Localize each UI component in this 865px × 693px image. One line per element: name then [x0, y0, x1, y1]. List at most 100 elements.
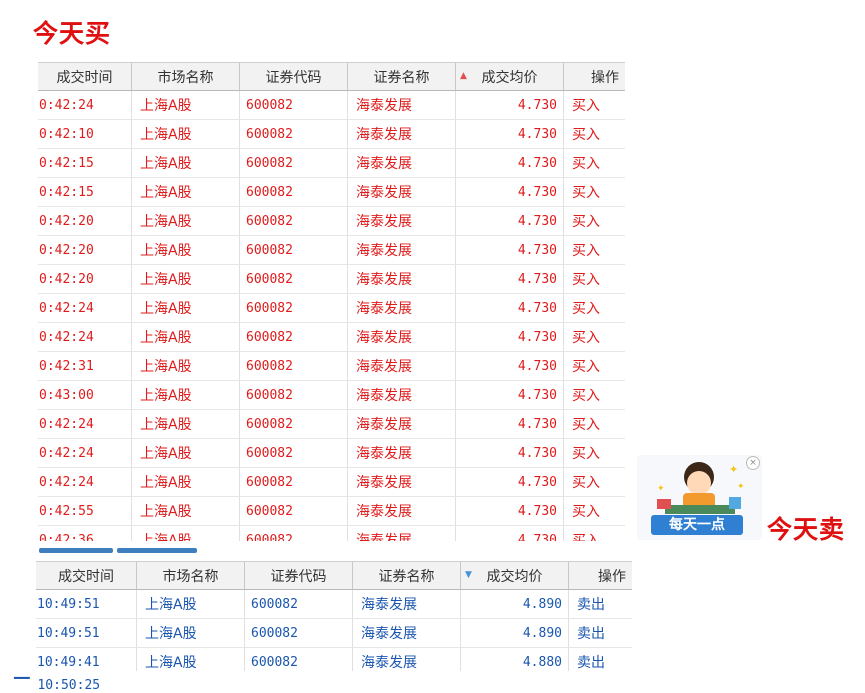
col-header-time[interactable]: 成交时间	[38, 63, 132, 90]
cell-price: 4.730	[456, 236, 564, 264]
cell-price: 4.730	[456, 410, 564, 438]
table-row[interactable]: 0:42:24 上海A股 600082 海泰发展 4.730 买入	[38, 323, 625, 352]
cell-market: 上海A股	[132, 178, 240, 206]
cell-time: 10:49:51	[36, 619, 137, 647]
buy-table: 成交时间 市场名称 证券代码 证券名称 ▲ 成交均价 操作 0:42:24 上海A…	[38, 62, 625, 541]
svg-text:✦: ✦	[729, 463, 738, 476]
cell-market: 上海A股	[137, 590, 245, 618]
table-row[interactable]: 10:49:51 上海A股 600082 海泰发展 4.890 卖出	[36, 619, 632, 648]
cell-time: 0:42:20	[38, 207, 132, 235]
cell-market: 上海A股	[132, 294, 240, 322]
cell-security-name: 海泰发展	[348, 149, 456, 177]
cell-code: 600082	[240, 120, 348, 148]
cell-security-name: 海泰发展	[353, 619, 461, 647]
table-row[interactable]: 10:49:41 上海A股 600082 海泰发展 4.880 卖出	[36, 648, 632, 671]
col-header-time[interactable]: 成交时间	[36, 562, 137, 589]
cell-security-name: 海泰发展	[353, 590, 461, 618]
scroll-tab[interactable]	[117, 548, 197, 553]
col-header-op[interactable]: 操作	[569, 562, 632, 589]
cell-price: 4.730	[456, 294, 564, 322]
cell-market: 上海A股	[132, 468, 240, 496]
cell-price: 4.730	[456, 381, 564, 409]
cell-market: 上海A股	[132, 120, 240, 148]
cell-operation: 买入	[572, 388, 600, 404]
cell-operation: 买入	[572, 301, 600, 317]
cell-price: 4.730	[456, 265, 564, 293]
table-row[interactable]: 0:42:15 上海A股 600082 海泰发展 4.730 买入	[38, 149, 625, 178]
cell-code: 600082	[245, 648, 353, 671]
cell-market: 上海A股	[132, 497, 240, 525]
col-header-code[interactable]: 证券代码	[245, 562, 353, 589]
cell-time: 0:42:15	[38, 149, 132, 177]
cell-operation: 买入	[572, 127, 600, 143]
bottom-text-fragment: ▔▔ 10:50:25	[14, 678, 101, 693]
table-row[interactable]: 0:42:55 上海A股 600082 海泰发展 4.730 买入	[38, 497, 625, 526]
cell-code: 600082	[240, 439, 348, 467]
cell-price: 4.730	[456, 207, 564, 235]
cell-security-name: 海泰发展	[348, 294, 456, 322]
table-row[interactable]: 0:42:24 上海A股 600082 海泰发展 4.730 买入	[38, 91, 625, 120]
table-row[interactable]: 0:42:36 上海A股 600082 海泰发展 4.730 买入	[38, 526, 625, 541]
sell-table: 成交时间 市场名称 证券代码 证券名称 ▼ 成交均价 操作 10:49:51 上海…	[36, 561, 632, 671]
cell-price: 4.730	[456, 526, 564, 541]
cell-operation: 卖出	[577, 597, 605, 613]
table-row[interactable]: 0:42:31 上海A股 600082 海泰发展 4.730 买入	[38, 352, 625, 381]
cell-price: 4.880	[461, 648, 569, 671]
cell-operation: 买入	[572, 214, 600, 230]
cell-time: 0:42:24	[38, 294, 132, 322]
table-row[interactable]: 0:42:24 上海A股 600082 海泰发展 4.730 买入	[38, 468, 625, 497]
cell-price: 4.890	[461, 590, 569, 618]
cell-security-name: 海泰发展	[348, 381, 456, 409]
cell-security-name: 海泰发展	[348, 120, 456, 148]
cell-security-name: 海泰发展	[353, 648, 461, 671]
cell-security-name: 海泰发展	[348, 526, 456, 541]
cell-code: 600082	[245, 590, 353, 618]
cell-operation: 买入	[572, 185, 600, 201]
col-header-market[interactable]: 市场名称	[137, 562, 245, 589]
cell-market: 上海A股	[137, 648, 245, 671]
cell-time: 0:42:10	[38, 120, 132, 148]
table-row[interactable]: 0:42:15 上海A股 600082 海泰发展 4.730 买入	[38, 178, 625, 207]
cell-code: 600082	[240, 178, 348, 206]
cell-operation: 买入	[572, 446, 600, 462]
cell-time: 0:43:00	[38, 381, 132, 409]
horizontal-scrollbar[interactable]	[39, 548, 197, 553]
top-text-fragment: ▔▔	[30, 0, 48, 6]
cell-market: 上海A股	[132, 439, 240, 467]
cell-price: 4.730	[456, 497, 564, 525]
cell-price: 4.730	[456, 468, 564, 496]
cell-security-name: 海泰发展	[348, 352, 456, 380]
table-row[interactable]: 0:42:10 上海A股 600082 海泰发展 4.730 买入	[38, 120, 625, 149]
cell-market: 上海A股	[132, 352, 240, 380]
cell-price: 4.730	[456, 439, 564, 467]
table-row[interactable]: 0:42:24 上海A股 600082 海泰发展 4.730 买入	[38, 410, 625, 439]
col-header-name[interactable]: 证券名称	[353, 562, 461, 589]
ad-card[interactable]: × ✦ ✦ ✦ 每天一点	[637, 455, 762, 540]
table-row[interactable]: 0:42:24 上海A股 600082 海泰发展 4.730 买入	[38, 294, 625, 323]
cell-code: 600082	[240, 236, 348, 264]
cell-code: 600082	[240, 91, 348, 119]
table-row[interactable]: 0:42:20 上海A股 600082 海泰发展 4.730 买入	[38, 236, 625, 265]
cell-price: 4.730	[456, 120, 564, 148]
cell-market: 上海A股	[132, 323, 240, 351]
scroll-tab[interactable]	[39, 548, 113, 553]
cell-security-name: 海泰发展	[348, 207, 456, 235]
cell-market: 上海A股	[132, 381, 240, 409]
cell-time: 0:42:24	[38, 439, 132, 467]
col-header-op[interactable]: 操作	[564, 63, 625, 90]
table-row[interactable]: 10:49:51 上海A股 600082 海泰发展 4.890 卖出	[36, 590, 632, 619]
col-header-name[interactable]: 证券名称	[348, 63, 456, 90]
col-header-price[interactable]: ▼ 成交均价	[461, 562, 569, 589]
cell-price: 4.890	[461, 619, 569, 647]
cell-security-name: 海泰发展	[348, 439, 456, 467]
col-header-market[interactable]: 市场名称	[132, 63, 240, 90]
cell-market: 上海A股	[132, 91, 240, 119]
table-row[interactable]: 0:42:20 上海A股 600082 海泰发展 4.730 买入	[38, 265, 625, 294]
table-row[interactable]: 0:43:00 上海A股 600082 海泰发展 4.730 买入	[38, 381, 625, 410]
col-header-price[interactable]: ▲ 成交均价	[456, 63, 564, 90]
table-row[interactable]: 0:42:20 上海A股 600082 海泰发展 4.730 买入	[38, 207, 625, 236]
table-row[interactable]: 0:42:24 上海A股 600082 海泰发展 4.730 买入	[38, 439, 625, 468]
cell-market: 上海A股	[132, 526, 240, 541]
col-header-code[interactable]: 证券代码	[240, 63, 348, 90]
cell-operation: 买入	[572, 475, 600, 491]
